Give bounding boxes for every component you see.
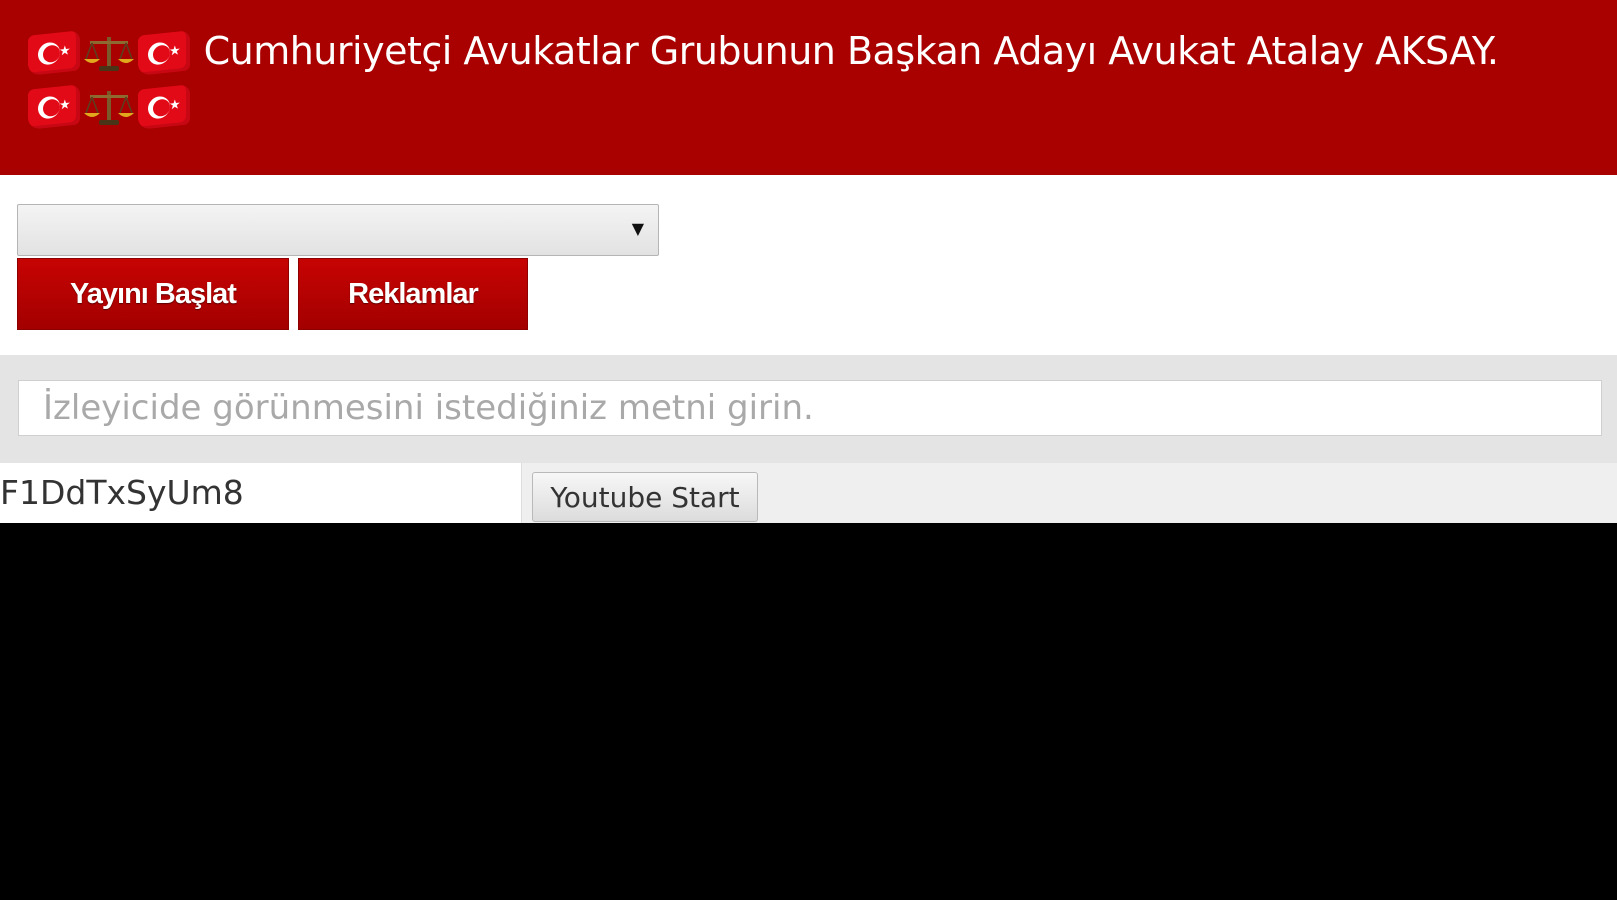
turkish-flag-icon: ★	[28, 30, 80, 76]
leading-emoji-group: ★ ★	[28, 30, 192, 76]
youtube-video-id-field[interactable]: F1DdTxSyUm8	[0, 463, 522, 523]
page-title-text: Cumhuriyetçi Avukatlar Grubunun Başkan A…	[203, 29, 1499, 73]
page-title: ★ ★ Cumhuriyetçi Avukatlar Grubunun Başk…	[28, 24, 1589, 132]
stream-select-dropdown[interactable]: ▼	[17, 204, 659, 256]
dropdown-arrow-icon: ▼	[631, 219, 644, 238]
ads-button[interactable]: Reklamlar	[298, 258, 528, 330]
turkish-flag-icon: ★	[138, 30, 190, 76]
turkish-flag-icon: ★	[28, 84, 80, 130]
video-preview-area	[0, 523, 1617, 900]
start-broadcast-button[interactable]: Yayını Başlat	[17, 258, 289, 330]
youtube-start-button[interactable]: Youtube Start	[532, 472, 758, 522]
trailing-emoji-group: ★ ★	[28, 84, 192, 130]
viewer-message-input[interactable]	[18, 380, 1602, 436]
scales-of-justice-icon	[84, 37, 134, 71]
header-bar: ★ ★ Cumhuriyetçi Avukatlar Grubunun Başk…	[0, 0, 1617, 175]
scales-of-justice-icon	[84, 91, 134, 125]
turkish-flag-icon: ★	[138, 84, 190, 130]
